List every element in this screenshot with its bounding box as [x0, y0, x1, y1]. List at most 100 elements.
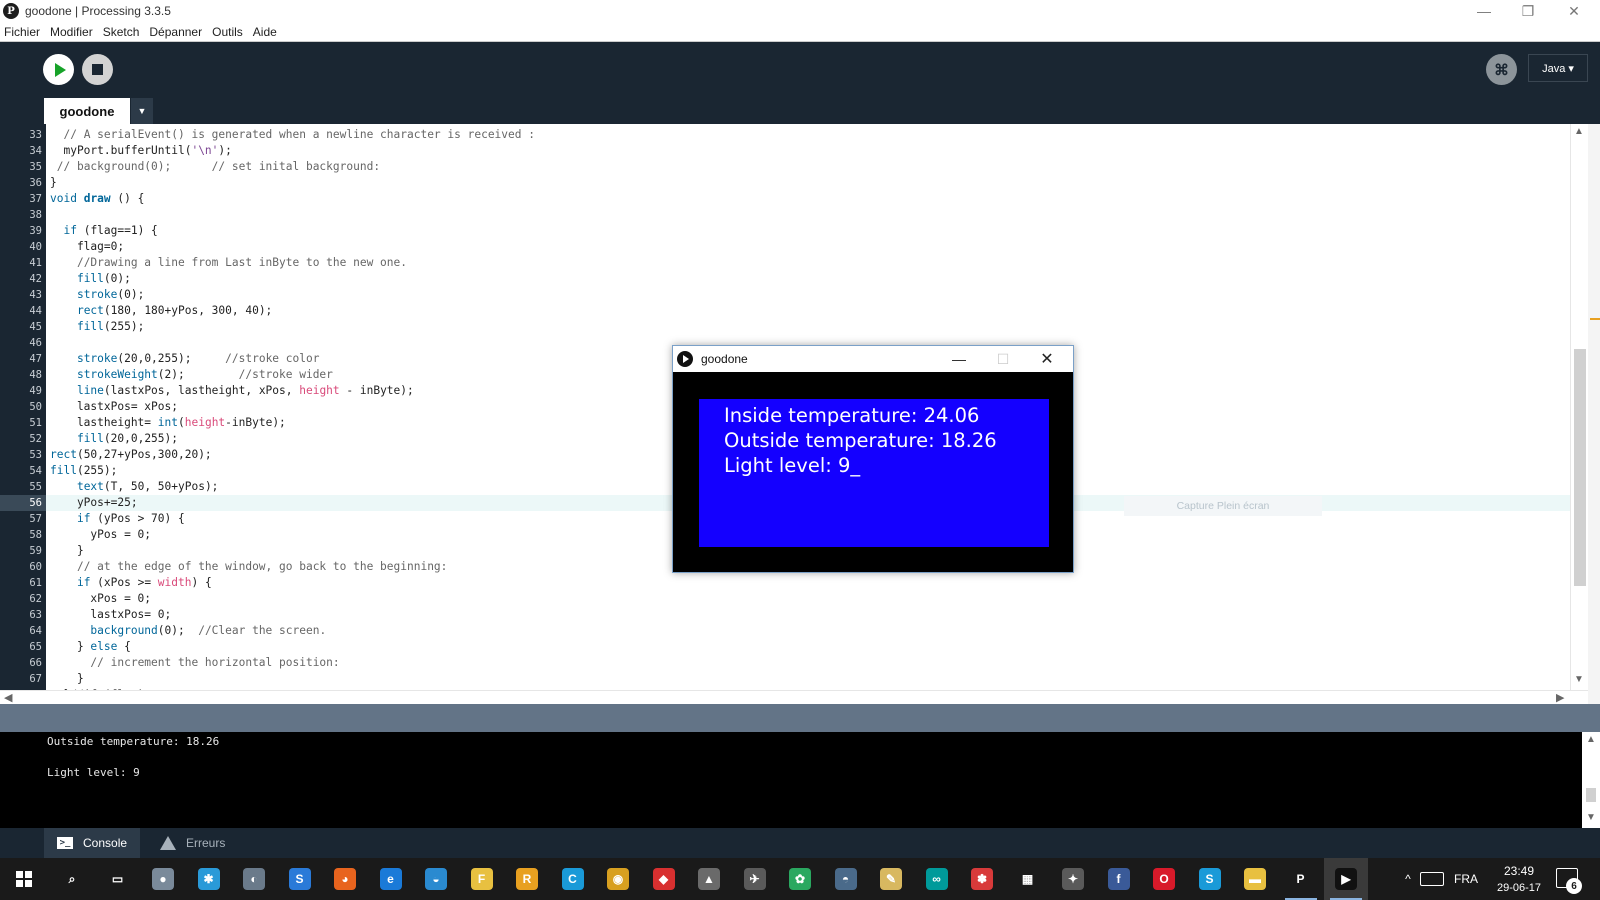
error-marker[interactable]	[1590, 318, 1600, 320]
taskbar-app-8-button[interactable]: C	[551, 858, 595, 900]
menu-sketch[interactable]: Sketch	[99, 25, 144, 39]
scroll-thumb[interactable]	[1574, 349, 1586, 586]
sketch-window[interactable]: goodone — ☐ ✕ Inside temperature: 24.06 …	[672, 345, 1074, 573]
taskbar-app-9-button[interactable]: ◆	[642, 858, 686, 900]
stop-icon	[92, 64, 103, 75]
tab-goodone[interactable]: goodone	[44, 98, 130, 124]
tray-overflow-button[interactable]: ^	[1398, 858, 1418, 900]
taskbar-facebook-button[interactable]: f	[1097, 858, 1141, 900]
code-line[interactable]: if (flag==1) {	[46, 223, 1570, 239]
line-number: 59	[29, 545, 42, 557]
taskbar-arduino-button[interactable]: ∞	[915, 858, 959, 900]
code-line[interactable]: // A serialEvent() is generated when a n…	[46, 127, 1570, 143]
mode-selector[interactable]: Java ▾	[1528, 54, 1588, 82]
taskbar-store-button[interactable]: ▦	[1006, 858, 1050, 900]
code-line[interactable]: stroke(0);	[46, 287, 1570, 303]
sketch-canvas[interactable]: Inside temperature: 24.06 Outside temper…	[699, 399, 1049, 547]
taskbar-app-5-button[interactable]: ◒	[414, 858, 458, 900]
sketch-maximize-button[interactable]: ☐	[983, 346, 1023, 372]
start-button[interactable]	[0, 858, 48, 900]
sketch-title-bar[interactable]: goodone — ☐ ✕	[673, 346, 1073, 372]
maximize-button[interactable]: ❐	[1506, 0, 1550, 22]
console-tab[interactable]: >_ Console	[44, 828, 140, 858]
console-scrollbar[interactable]: ▲ ▼	[1582, 732, 1600, 828]
code-line[interactable]: fill(0);	[46, 271, 1570, 287]
language-indicator[interactable]: FRA	[1454, 858, 1478, 900]
taskbar-processing-button[interactable]: P	[1279, 858, 1323, 900]
code-line[interactable]: }	[46, 671, 1570, 687]
errors-tab[interactable]: Erreurs	[148, 828, 238, 858]
run-button[interactable]	[43, 54, 74, 85]
line-number: 41	[29, 257, 42, 269]
taskbar-skype-button[interactable]: S	[1188, 858, 1232, 900]
taskbar-task-view-button[interactable]: ▭	[96, 858, 140, 900]
taskbar-app-6-button[interactable]: F	[460, 858, 504, 900]
taskbar-app-1-button[interactable]: ●	[141, 858, 185, 900]
code-line[interactable]: flag=0;	[46, 239, 1570, 255]
taskbar-app-2-button[interactable]: ✱	[187, 858, 231, 900]
taskbar-app-4-button[interactable]: S	[278, 858, 322, 900]
clock-time[interactable]: 23:49	[1496, 864, 1542, 878]
code-line[interactable]	[46, 207, 1570, 223]
minimize-button[interactable]: —	[1462, 0, 1506, 22]
taskbar-chrome-button[interactable]: ◉	[596, 858, 640, 900]
code-line[interactable]: // increment the horizontal position:	[46, 655, 1570, 671]
keyboard-icon[interactable]	[1420, 872, 1444, 886]
menu-depanner[interactable]: Dépanner	[145, 25, 206, 39]
console-scroll-up-icon[interactable]: ▲	[1586, 734, 1596, 745]
debug-button[interactable]: ⌘	[1486, 54, 1517, 85]
code-line[interactable]: xPos = 0;	[46, 591, 1570, 607]
code-line[interactable]: // background(0); // set inital backgrou…	[46, 159, 1570, 175]
tab-menu-button[interactable]: ▼	[131, 98, 153, 124]
taskbar-edge-button[interactable]: e	[369, 858, 413, 900]
code-line[interactable]: }	[46, 175, 1570, 191]
taskbar-app-13-button[interactable]: ◓	[824, 858, 868, 900]
code-line[interactable]: lastxPos= 0;	[46, 607, 1570, 623]
taskbar-app-12-button[interactable]: ✿	[778, 858, 822, 900]
code-line[interactable]: rect(180, 180+yPos, 300, 40);	[46, 303, 1570, 319]
code-line[interactable]: if (xPos >= width) {	[46, 575, 1570, 591]
code-line[interactable]: } else {	[46, 639, 1570, 655]
taskbar-app-12-icon: ✿	[789, 868, 811, 890]
taskbar-app-7-button[interactable]: R	[505, 858, 549, 900]
console-scroll-thumb[interactable]	[1586, 788, 1596, 802]
console-scroll-down-icon[interactable]: ▼	[1586, 812, 1596, 823]
code-line[interactable]: background(0); //Clear the screen.	[46, 623, 1570, 639]
stop-button[interactable]	[82, 54, 113, 85]
taskbar-app-16-icon: ✦	[1062, 868, 1084, 890]
close-button[interactable]: ✕	[1552, 0, 1596, 22]
code-line[interactable]: void draw () {	[46, 191, 1570, 207]
taskbar-explorer-button[interactable]: ▬	[1233, 858, 1277, 900]
debugger-icon: ⌘	[1494, 61, 1509, 79]
menu-aide[interactable]: Aide	[249, 25, 281, 39]
scroll-up-icon[interactable]: ▲	[1574, 126, 1584, 137]
code-line[interactable]: myPort.bufferUntil('\n');	[46, 143, 1570, 159]
menu-modifier[interactable]: Modifier	[46, 25, 97, 39]
taskbar-sketch-button[interactable]: ▶	[1324, 858, 1368, 900]
vertical-scrollbar[interactable]: ▲ ▼	[1570, 124, 1588, 690]
taskbar-app-3-icon: ◐	[243, 868, 265, 890]
sketch-close-button[interactable]: ✕	[1027, 346, 1067, 372]
taskbar-firefox-button[interactable]: ◕	[323, 858, 367, 900]
code-line[interactable]: fill(255);	[46, 319, 1570, 335]
scroll-down-icon[interactable]: ▼	[1574, 674, 1584, 685]
scroll-left-icon[interactable]: ◀	[4, 691, 12, 704]
line-number: 45	[29, 321, 42, 333]
menu-outils[interactable]: Outils	[208, 25, 247, 39]
sketch-minimize-button[interactable]: —	[939, 346, 979, 372]
taskbar-app-11-button[interactable]: ✈	[733, 858, 777, 900]
clock-date[interactable]: 29-06-17	[1488, 882, 1550, 894]
taskbar-app-10-button[interactable]: ▲	[687, 858, 731, 900]
warning-icon	[160, 836, 176, 850]
taskbar-app-15-button[interactable]: ✽	[960, 858, 1004, 900]
taskbar-app-16-button[interactable]: ✦	[1051, 858, 1095, 900]
scroll-right-icon[interactable]: ▶	[1556, 691, 1564, 704]
code-line[interactable]: //Drawing a line from Last inByte to the…	[46, 255, 1570, 271]
horizontal-scrollbar[interactable]: ◀ ▶	[0, 690, 1588, 704]
taskbar-app-11-icon: ✈	[743, 868, 766, 890]
taskbar-app-14-button[interactable]: ✎	[869, 858, 913, 900]
taskbar-app-3-button[interactable]: ◐	[232, 858, 276, 900]
menu-fichier[interactable]: Fichier	[0, 25, 44, 39]
taskbar-opera-button[interactable]: O	[1142, 858, 1186, 900]
taskbar-search-button[interactable]: ⌕	[50, 858, 94, 900]
